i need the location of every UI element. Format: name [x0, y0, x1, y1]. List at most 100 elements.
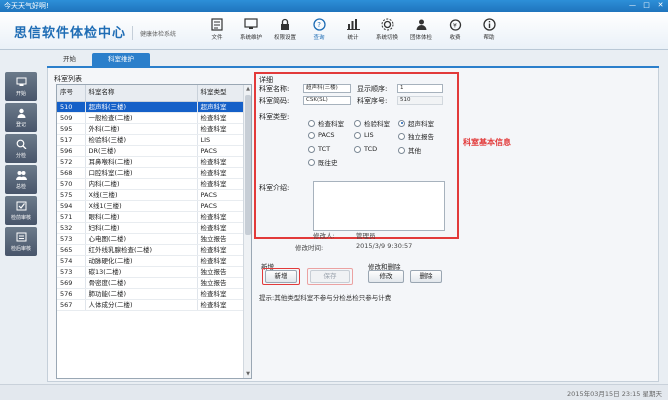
- scroll-thumb[interactable]: [245, 95, 251, 235]
- table-row[interactable]: 573 碳13(二楼) 独立报告: [57, 266, 245, 278]
- table-row[interactable]: 572 耳鼻喉科(二楼) 检查科室: [57, 156, 245, 168]
- table-header-row: 序号 科室名称 科室类型: [57, 85, 245, 102]
- column-header-type[interactable]: 科室类型: [197, 85, 245, 102]
- cell-name: DR(三楼): [85, 145, 198, 157]
- radio-independent-report[interactable]: 独立报告: [398, 131, 434, 141]
- group-exam-icon: [414, 17, 428, 31]
- table-row[interactable]: 565 红外线乳腺检查(二楼) 检查科室: [57, 244, 245, 256]
- radio-other[interactable]: 其他: [398, 145, 421, 155]
- delete-button[interactable]: 删除: [410, 270, 442, 283]
- sidebar-item-pre-audit[interactable]: 检前审核: [5, 196, 37, 225]
- display-order-field[interactable]: 1: [397, 84, 443, 93]
- tab-department-maintenance[interactable]: 科室维护: [92, 53, 150, 66]
- cell-name: 动脉硬化(二楼): [85, 255, 198, 267]
- modify-button[interactable]: 修改: [368, 270, 404, 283]
- table-row[interactable]: 575 X线(三楼) PACS: [57, 189, 245, 201]
- close-button[interactable]: ✕: [656, 1, 665, 10]
- department-name-field[interactable]: 超声科(三楼): [303, 84, 351, 93]
- table-row[interactable]: 571 眼科(二楼) 检查科室: [57, 211, 245, 223]
- modify-time-label: 修改时间:: [295, 244, 324, 252]
- toolbar-switch[interactable]: 系统切换: [370, 15, 404, 47]
- brand-subtitle: 健康体检系统: [140, 31, 177, 38]
- radio-lab-department[interactable]: 检验科室: [354, 118, 390, 128]
- hint-text: 提示:其他类型科室不参与分检总检只参与计费: [259, 294, 392, 302]
- radio-label: 独立报告: [408, 133, 434, 141]
- toolbar-system-maintenance[interactable]: 系统维护: [234, 15, 268, 47]
- department-intro-textarea[interactable]: [313, 181, 445, 231]
- cell-type: 检查科室: [197, 244, 245, 256]
- toolbar-fee[interactable]: ¥ 收费: [438, 15, 472, 47]
- cell-name: 内科(二楼): [85, 178, 198, 190]
- radio-pacs[interactable]: PACS: [308, 131, 335, 139]
- sidebar-item-register[interactable]: 登记: [5, 103, 37, 132]
- department-list[interactable]: 序号 科室名称 科室类型 510 超声科(三楼) 超声科室 509 一般检查(二楼) 检查…: [56, 84, 252, 379]
- radio-dot: [308, 145, 315, 153]
- sidebar-item-post-audit[interactable]: 检后审核: [5, 227, 37, 256]
- save-button[interactable]: 保存: [310, 270, 350, 283]
- cell-type: 独立报告: [197, 233, 245, 245]
- tab-start[interactable]: 开始: [47, 53, 92, 66]
- sidebar-item-label: 登记: [15, 121, 26, 128]
- cell-seq: 595: [57, 123, 86, 135]
- scroll-up-icon[interactable]: ▲: [244, 85, 251, 93]
- cell-type: PACS: [197, 189, 245, 201]
- radio-ultrasound-department[interactable]: 超声科室: [398, 118, 434, 128]
- column-header-name[interactable]: 科室名称: [85, 85, 198, 102]
- toolbar-query[interactable]: ? 查询: [302, 15, 336, 47]
- cell-type: 检查科室: [197, 156, 245, 168]
- brand-title: 思信软件体检中心: [14, 26, 127, 41]
- table-row[interactable]: 594 X线1(三楼) PACS: [57, 200, 245, 212]
- table-row[interactable]: 509 一般检查(二楼) 检查科室: [57, 112, 245, 124]
- general-check-icon: [15, 170, 27, 181]
- sidebar-item-general-check[interactable]: 总检: [5, 165, 37, 194]
- radio-tcd[interactable]: TCD: [354, 145, 377, 153]
- svg-text:¥: ¥: [453, 22, 457, 29]
- department-code-field[interactable]: CSK(SL): [303, 96, 351, 105]
- sidebar-item-label: 开始: [15, 90, 26, 97]
- system-maintenance-icon: [244, 17, 258, 31]
- table-row[interactable]: 510 超声科(三楼) 超声科室: [57, 101, 245, 113]
- table-row[interactable]: 573 心电图(二楼) 独立报告: [57, 233, 245, 245]
- toolbar-permission[interactable]: 权限设置: [268, 15, 302, 47]
- table-row[interactable]: 567 人体成分(二楼) 检查科室: [57, 299, 245, 311]
- radio-tct[interactable]: TCT: [308, 145, 330, 153]
- table-row[interactable]: 569 骨密度(二楼) 独立报告: [57, 277, 245, 289]
- table-row[interactable]: 574 动脉硬化(二楼) 检查科室: [57, 255, 245, 267]
- radio-lis[interactable]: LIS: [354, 131, 374, 139]
- cell-name: 眼科(二楼): [85, 211, 198, 223]
- column-header-seq[interactable]: 序号: [57, 85, 86, 102]
- cell-seq: 532: [57, 222, 86, 234]
- sidebar-item-sub-check[interactable]: 分检: [5, 134, 37, 163]
- table-row[interactable]: 570 内科(二楼) 检查科室: [57, 178, 245, 190]
- radio-label: PACS: [318, 131, 335, 139]
- toolbar-group-exam[interactable]: 团体体检: [404, 15, 438, 47]
- toolbar-file[interactable]: 文件: [200, 15, 234, 47]
- add-button[interactable]: 新增: [265, 270, 297, 283]
- fee-icon: ¥: [448, 17, 462, 31]
- minimize-button[interactable]: —: [628, 1, 637, 10]
- cell-name: 妇科(二楼): [85, 222, 198, 234]
- table-row[interactable]: 568 口腔科室(二楼) 检查科室: [57, 167, 245, 179]
- radio-check-department[interactable]: 检查科室: [308, 118, 344, 128]
- cell-seq: 574: [57, 255, 86, 267]
- table-row[interactable]: 517 检验科(三楼) LIS: [57, 134, 245, 146]
- table-row[interactable]: 595 外科(二楼) 检查科室: [57, 123, 245, 135]
- list-scrollbar[interactable]: ▲ ▼: [243, 85, 251, 378]
- cell-seq: 509: [57, 112, 86, 124]
- radio-dot: [308, 131, 315, 139]
- permission-icon: [278, 17, 292, 31]
- table-row[interactable]: 532 妇科(二楼) 检查科室: [57, 222, 245, 234]
- maximize-button[interactable]: □: [642, 1, 651, 10]
- department-name-label: 科室名称:: [259, 85, 290, 93]
- radio-dot: [354, 119, 361, 127]
- scroll-down-icon[interactable]: ▼: [244, 370, 251, 378]
- radio-past-history[interactable]: 既往史: [308, 157, 338, 167]
- radio-label: TCT: [318, 145, 331, 153]
- cell-name: 肺功能(二楼): [85, 288, 198, 300]
- cell-type: PACS: [197, 145, 245, 157]
- toolbar-statistics[interactable]: 统计: [336, 15, 370, 47]
- table-row[interactable]: 596 DR(三楼) PACS: [57, 145, 245, 157]
- table-row[interactable]: 576 肺功能(二楼) 检查科室: [57, 288, 245, 300]
- sidebar-item-start[interactable]: 开始: [5, 72, 37, 101]
- toolbar-help[interactable]: 帮助: [472, 15, 506, 47]
